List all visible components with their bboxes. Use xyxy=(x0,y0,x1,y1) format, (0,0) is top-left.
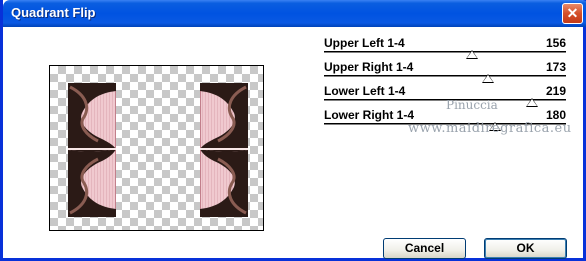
window-title: Quadrant Flip xyxy=(11,5,96,20)
slider-track[interactable] xyxy=(324,75,566,77)
close-icon: ✕ xyxy=(566,5,579,21)
watermark-name: Pinuccia xyxy=(446,98,498,112)
title-bar[interactable]: Quadrant Flip ✕ xyxy=(3,0,586,27)
slider-upper-left[interactable]: Upper Left 1-4 156 xyxy=(324,36,566,60)
slider-thumb[interactable] xyxy=(526,98,538,107)
ok-button[interactable]: OK xyxy=(484,238,567,259)
slider-label: Lower Left 1-4 xyxy=(324,84,406,98)
slider-thumb[interactable] xyxy=(466,50,478,59)
dialog-window: Quadrant Flip ✕ Upper Left 1-4 156 Upper… xyxy=(0,0,586,261)
slider-track[interactable] xyxy=(324,51,566,53)
slider-value: 156 xyxy=(545,36,566,50)
slider-lower-left[interactable]: Lower Left 1-4 219 xyxy=(324,84,566,108)
preview-strip-left xyxy=(68,83,116,217)
slider-value: 180 xyxy=(545,108,566,122)
slider-label: Upper Right 1-4 xyxy=(324,60,414,74)
preview-image-right xyxy=(200,83,248,217)
slider-label: Lower Right 1-4 xyxy=(324,108,415,122)
watermark-url: www.maidiregrafica.eu xyxy=(408,121,572,136)
preview-strip-right xyxy=(200,83,248,217)
preview-image-left xyxy=(68,83,116,217)
slider-thumb[interactable] xyxy=(482,74,494,83)
slider-value: 219 xyxy=(545,84,566,98)
slider-upper-right[interactable]: Upper Right 1-4 173 xyxy=(324,60,566,84)
slider-value: 173 xyxy=(545,60,566,74)
preview-canvas xyxy=(49,65,264,231)
close-button[interactable]: ✕ xyxy=(562,3,583,24)
slider-label: Upper Left 1-4 xyxy=(324,36,405,50)
cancel-button[interactable]: Cancel xyxy=(383,238,466,259)
